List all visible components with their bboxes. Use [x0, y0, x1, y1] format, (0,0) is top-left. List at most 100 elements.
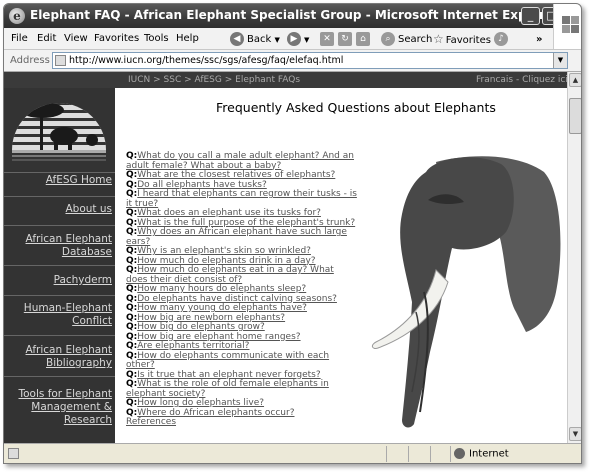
address-url: http://www.iucn.org/themes/ssc/sgs/afesg…	[69, 55, 344, 66]
faq-question-link[interactable]: What is the role of old female elephants…	[126, 379, 329, 399]
address-label: Address	[10, 55, 50, 66]
nav-african-elephant-bibliography[interactable]: African Elephant Bibliography	[4, 344, 115, 370]
question-prefix: Q:	[126, 255, 138, 266]
back-button[interactable]: ◀ Back ▼	[230, 31, 280, 48]
faq-item: Q:How do elephants communicate with each…	[126, 351, 358, 371]
address-dropdown-button[interactable]: ▼	[553, 53, 567, 68]
question-prefix: Q:	[126, 293, 138, 304]
menu-tools[interactable]: Tools	[144, 33, 169, 44]
question-prefix: Q:	[126, 369, 138, 380]
media-icon: ♪	[494, 32, 508, 46]
question-prefix: Q:	[126, 312, 138, 323]
menu-bar: File Edit View Favorites Tools Help ◀ Bac…	[4, 28, 581, 50]
page-title: Frequently Asked Questions about Elephan…	[216, 100, 496, 115]
browser-window: e Elephant FAQ - African Elephant Specia…	[3, 3, 582, 464]
faq-list: Q:What do you call a male adult elephant…	[126, 151, 358, 428]
scroll-up-button[interactable]: ▲	[569, 73, 581, 87]
elephant-head-image	[371, 156, 561, 428]
stop-button[interactable]: ✕	[320, 31, 337, 48]
vertical-scrollbar[interactable]: ▲ ▼	[567, 72, 581, 443]
question-prefix: Q:	[126, 322, 138, 332]
nav-pachyderm[interactable]: Pachyderm	[4, 274, 115, 287]
nav-african-elephant-database[interactable]: African Elephant Database	[4, 233, 115, 259]
faq-question-link[interactable]: Do all elephants have tusks?	[137, 180, 267, 190]
refresh-icon: ↻	[338, 32, 352, 46]
afesg-logo	[12, 103, 106, 161]
faq-question-link[interactable]: What do you call a male adult elephant? …	[126, 151, 354, 171]
sidebar: AfESG Home About us African Elephant Dat…	[4, 88, 115, 443]
nav-human-elephant-conflict[interactable]: Human-Elephant Conflict	[4, 302, 115, 328]
refresh-button[interactable]: ↻	[338, 31, 355, 48]
question-prefix: Q:	[126, 217, 138, 228]
question-prefix: Q:	[126, 265, 138, 275]
window-title: Elephant FAQ - African Elephant Speciali…	[30, 8, 559, 22]
ie-icon: e	[9, 8, 25, 24]
scroll-down-button[interactable]: ▼	[569, 427, 581, 441]
home-icon: ⌂	[356, 32, 370, 46]
toolbar-overflow-button[interactable]: »	[536, 31, 542, 48]
menu-help[interactable]: Help	[176, 33, 199, 44]
scroll-thumb[interactable]	[569, 98, 581, 134]
faq-question-link[interactable]: I heard that elephants can regrow their …	[126, 189, 357, 209]
page-icon	[55, 55, 66, 66]
faq-question-link[interactable]: Are elephants territorial?	[137, 341, 249, 351]
menu-edit[interactable]: Edit	[37, 33, 56, 44]
faq-question-link[interactable]: Why is an elephant's skin so wrinkled?	[137, 246, 311, 256]
windows-logo-icon	[553, 4, 581, 49]
faq-question-link[interactable]: How big are newborn elephants?	[137, 313, 285, 323]
nav-about-us[interactable]: About us	[4, 203, 115, 216]
faq-question-link[interactable]: How much do elephants drink in a day?	[137, 256, 315, 266]
media-button[interactable]: ♪	[494, 31, 511, 48]
address-input[interactable]: http://www.iucn.org/themes/ssc/sgs/afesg…	[52, 52, 568, 69]
references-link[interactable]: References	[126, 417, 358, 428]
search-button[interactable]: ⌕ Search	[381, 31, 432, 48]
faq-question-link[interactable]: How do elephants communicate with each o…	[126, 351, 329, 371]
star-icon: ☆	[433, 32, 444, 46]
question-prefix: Q:	[126, 208, 138, 218]
faq-item: Q:Why does an African elephant have such…	[126, 227, 358, 247]
faq-question-link[interactable]: Why does an African elephant have such l…	[126, 227, 347, 247]
minimize-button[interactable]: _	[521, 7, 540, 25]
faq-question-link[interactable]: Where do African elephants occur?	[137, 408, 294, 418]
title-bar[interactable]: e Elephant FAQ - African Elephant Specia…	[4, 4, 581, 28]
faq-question-link[interactable]: Is it true that an elephant never forget…	[137, 370, 320, 380]
nav-afesg-home[interactable]: AfESG Home	[4, 174, 115, 187]
question-prefix: Q:	[126, 179, 138, 190]
faq-question-link[interactable]: Do elephants have distinct calving seaso…	[137, 294, 337, 304]
question-prefix: Q:	[126, 151, 138, 161]
page-status-icon	[8, 448, 19, 459]
language-link[interactable]: Francais - Cliquez ici	[476, 75, 567, 85]
menu-view[interactable]: View	[64, 33, 88, 44]
stop-icon: ✕	[320, 32, 334, 46]
forward-arrow-icon: ▶	[287, 32, 301, 46]
page-content: IUCN > SSC > AfESG > Elephant FAQs Franc…	[4, 72, 567, 443]
globe-icon	[454, 448, 465, 459]
favorites-button[interactable]: ☆ Favorites	[433, 31, 491, 48]
menu-favorites[interactable]: Favorites	[94, 33, 139, 44]
search-icon: ⌕	[381, 32, 395, 46]
question-prefix: Q:	[126, 407, 138, 418]
faq-question-link[interactable]: How much do elephants eat in a day? What…	[126, 265, 334, 285]
back-arrow-icon: ◀	[230, 32, 244, 46]
faq-question-link[interactable]: What does an elephant use its tusks for?	[137, 208, 321, 218]
favorites-label: Favorites	[445, 35, 491, 46]
faq-question-link[interactable]: How long do elephants live?	[137, 398, 264, 408]
search-label: Search	[398, 34, 433, 45]
status-bar: Internet	[4, 443, 581, 463]
back-label: Back	[247, 34, 272, 45]
question-prefix: Q:	[126, 284, 138, 294]
faq-question-link[interactable]: What is the full purpose of the elephant…	[137, 218, 355, 228]
faq-question-link[interactable]: How many young do elephants have?	[137, 303, 307, 313]
question-prefix: Q:	[126, 170, 138, 180]
faq-question-link[interactable]: How big are elephant home ranges?	[137, 332, 300, 342]
faq-question-link[interactable]: How big do elephants grow?	[137, 322, 265, 332]
faq-question-link[interactable]: What are the closest relatives of elepha…	[137, 170, 335, 180]
menu-file[interactable]: File	[11, 33, 28, 44]
faq-item: Q:I heard that elephants can regrow thei…	[126, 189, 358, 209]
security-zone: Internet	[454, 448, 509, 460]
home-button[interactable]: ⌂	[356, 31, 373, 48]
faq-question-link[interactable]: How many hours do elephants sleep?	[137, 284, 306, 294]
nav-tools-elephant-management[interactable]: Tools for Elephant Management & Research	[4, 388, 115, 427]
question-prefix: Q:	[126, 227, 138, 237]
forward-button[interactable]: ▶ ▼	[287, 31, 309, 48]
